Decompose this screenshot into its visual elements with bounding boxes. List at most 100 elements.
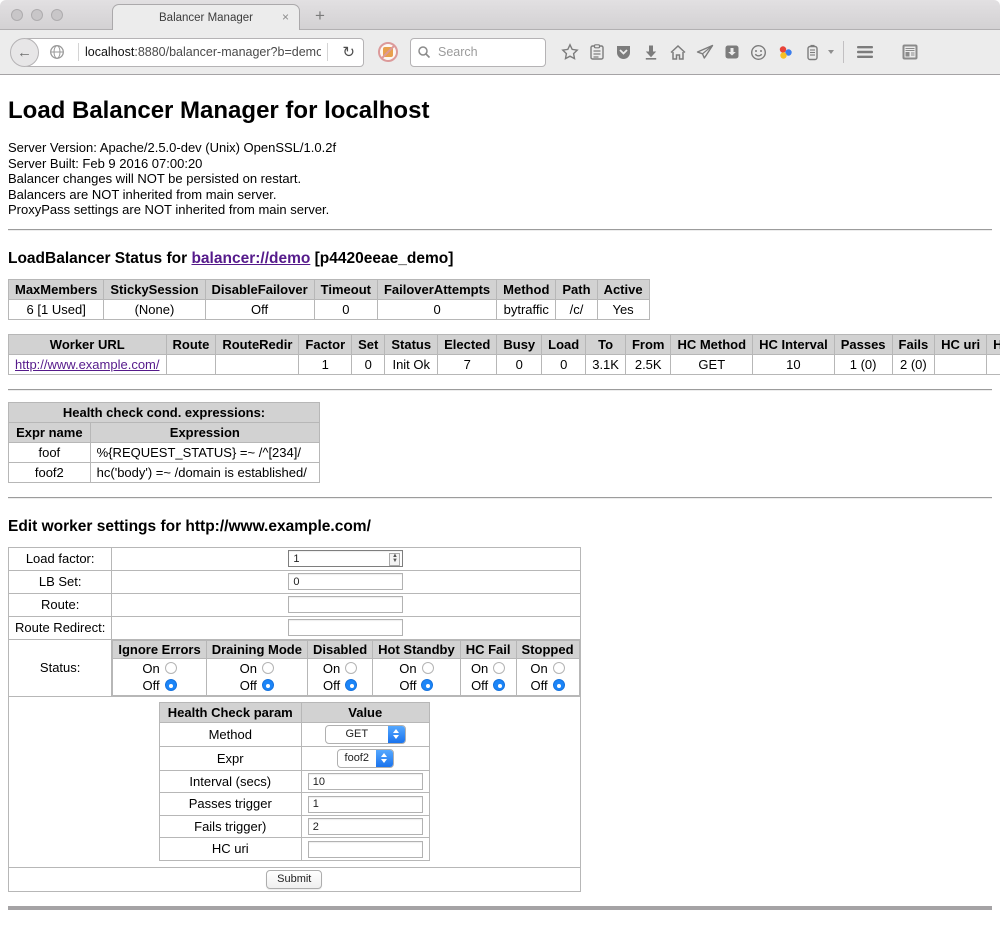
chevron-down-icon[interactable] (828, 50, 834, 54)
expr-select[interactable]: foof2 (337, 749, 394, 768)
submit-button[interactable]: Submit (266, 870, 322, 889)
radio-disabled-on[interactable] (345, 662, 357, 674)
radio-ignore-errors-off[interactable] (165, 679, 177, 691)
save-to-box-icon[interactable] (718, 39, 745, 66)
page-content: Load Balancer Manager for localhost Serv… (0, 97, 1000, 910)
radio-disabled-off[interactable] (345, 679, 357, 691)
route-input[interactable] (288, 596, 403, 613)
server-built-line: Server Built: Feb 9 2016 07:00:20 (8, 156, 992, 172)
heading-suffix: [p4420eeae_demo] (310, 250, 453, 267)
downloads-icon[interactable] (637, 39, 664, 66)
balancer-demo-link[interactable]: balancer://demo (191, 250, 310, 267)
route-label: Route: (9, 593, 112, 616)
bookmark-star-icon[interactable] (556, 39, 583, 66)
window-zoom-button[interactable] (51, 9, 63, 21)
proxypass-note-line: ProxyPass settings are NOT inherited fro… (8, 202, 992, 218)
url-path: :8880/balancer-manager?b=demo&w=http://w… (134, 45, 321, 59)
toolbar-separator (843, 41, 844, 63)
url-divider (78, 43, 79, 61)
col-disabled: Disabled (307, 640, 372, 658)
passes-row: Passes trigger (159, 793, 429, 816)
health-check-table: Health Check param Value Method GET (159, 702, 430, 861)
radio-row: On Off On Off On Off (113, 658, 579, 695)
number-stepper-icon[interactable]: ▲▼ (389, 553, 400, 566)
search-icon (417, 45, 431, 59)
method-select[interactable]: GET (325, 725, 406, 744)
chat-smiley-icon[interactable] (745, 39, 772, 66)
hc-uri-row: HC uri (159, 838, 429, 861)
container-battery-icon[interactable] (799, 39, 826, 66)
health-params-row: Health Check param Value Method GET (9, 696, 581, 867)
col-stopped: Stopped (516, 640, 579, 658)
new-tab-button[interactable]: + (315, 6, 325, 26)
radio-draining-mode-off[interactable] (262, 679, 274, 691)
radio-stopped-off[interactable] (553, 679, 565, 691)
url-domain: localhost (85, 45, 134, 59)
status-label: Status: (9, 639, 112, 696)
search-bar[interactable] (410, 38, 546, 67)
load-factor-row: Load factor: ▲▼ (9, 547, 581, 570)
menu-hamburger-icon[interactable] (851, 39, 878, 66)
content-blocked-icon[interactable] (378, 42, 398, 62)
health-expressions-table: Health check cond. expressions: Expr nam… (8, 402, 320, 483)
col-hc-fail: HC Fail (460, 640, 516, 658)
method-row: Method GET (159, 722, 429, 746)
table-header-row: Worker URL Route RouteRedir Factor Set S… (9, 334, 1000, 354)
reader-news-icon[interactable] (896, 39, 923, 66)
col-path: Path (556, 279, 597, 299)
interval-input[interactable] (308, 773, 423, 790)
edit-worker-heading: Edit worker settings for http://www.exam… (8, 518, 992, 536)
radio-hot-standby-on[interactable] (422, 662, 434, 674)
passes-label: Passes trigger (159, 793, 301, 816)
toolbar-icons (556, 39, 990, 66)
home-icon[interactable] (664, 39, 691, 66)
passes-input[interactable] (308, 796, 423, 813)
radio-ignore-errors-on[interactable] (165, 662, 177, 674)
window-minimize-button[interactable] (31, 9, 43, 21)
globe-icon (49, 44, 65, 60)
url-bar[interactable]: localhost:8880/balancer-manager?b=demo&w… (24, 38, 364, 67)
reload-icon[interactable]: ↻ (334, 43, 363, 61)
browser-tab[interactable]: Balancer Manager × (112, 4, 300, 30)
fails-row: Fails trigger) (159, 815, 429, 838)
color-dots-extension-icon[interactable] (772, 39, 799, 66)
persist-note-line: Balancer changes will NOT be persisted o… (8, 171, 992, 187)
search-input[interactable] (436, 44, 536, 60)
hc-uri-input[interactable] (308, 841, 423, 858)
pocket-icon[interactable] (610, 39, 637, 66)
fails-label: Fails trigger) (159, 815, 301, 838)
expressions-table-title: Health check cond. expressions: (9, 402, 320, 422)
load-factor-input[interactable] (288, 550, 403, 567)
url-text: localhost:8880/balancer-manager?b=demo&w… (85, 45, 321, 59)
lb-set-input[interactable] (288, 573, 403, 590)
radio-draining-mode-on[interactable] (262, 662, 274, 674)
tab-close-icon[interactable]: × (282, 10, 289, 24)
load-factor-label: Load factor: (9, 547, 112, 570)
table-title-row: Health check cond. expressions: (9, 402, 320, 422)
fails-input[interactable] (308, 818, 423, 835)
radio-hc-fail-on[interactable] (493, 662, 505, 674)
workers-table: Worker URL Route RouteRedir Factor Set S… (8, 334, 1000, 375)
balancer-status-heading: LoadBalancer Status for balancer://demo … (8, 250, 992, 268)
reading-list-icon[interactable] (583, 39, 610, 66)
col-draining-mode: Draining Mode (206, 640, 307, 658)
radio-stopped-on[interactable] (553, 662, 565, 674)
back-button[interactable]: ← (10, 38, 39, 67)
browser-window: Balancer Manager × + ← localhost:8880/ba… (0, 0, 1000, 927)
window-close-button[interactable] (11, 9, 23, 21)
route-redirect-input[interactable] (288, 619, 403, 636)
lb-set-label: LB Set: (9, 570, 112, 593)
send-page-icon[interactable] (691, 39, 718, 66)
divider (8, 497, 992, 499)
worker-url-link[interactable]: http://www.example.com/ (15, 357, 160, 372)
lb-set-row: LB Set: (9, 570, 581, 593)
table-header-row: Ignore Errors Draining Mode Disabled Hot… (113, 640, 579, 658)
balancer-status-table: MaxMembers StickySession DisableFailover… (8, 279, 650, 320)
radio-hc-fail-off[interactable] (493, 679, 505, 691)
status-row: Status: Ignore Errors Draining Mode Disa… (9, 639, 581, 696)
table-row: foof %{REQUEST_STATUS} =~ /^[234]/ (9, 442, 320, 462)
tab-title: Balancer Manager (159, 12, 253, 24)
table-row: foof2 hc('body') =~ /domain is establish… (9, 462, 320, 482)
radio-hot-standby-off[interactable] (421, 679, 433, 691)
heading-prefix: LoadBalancer Status for (8, 250, 191, 267)
